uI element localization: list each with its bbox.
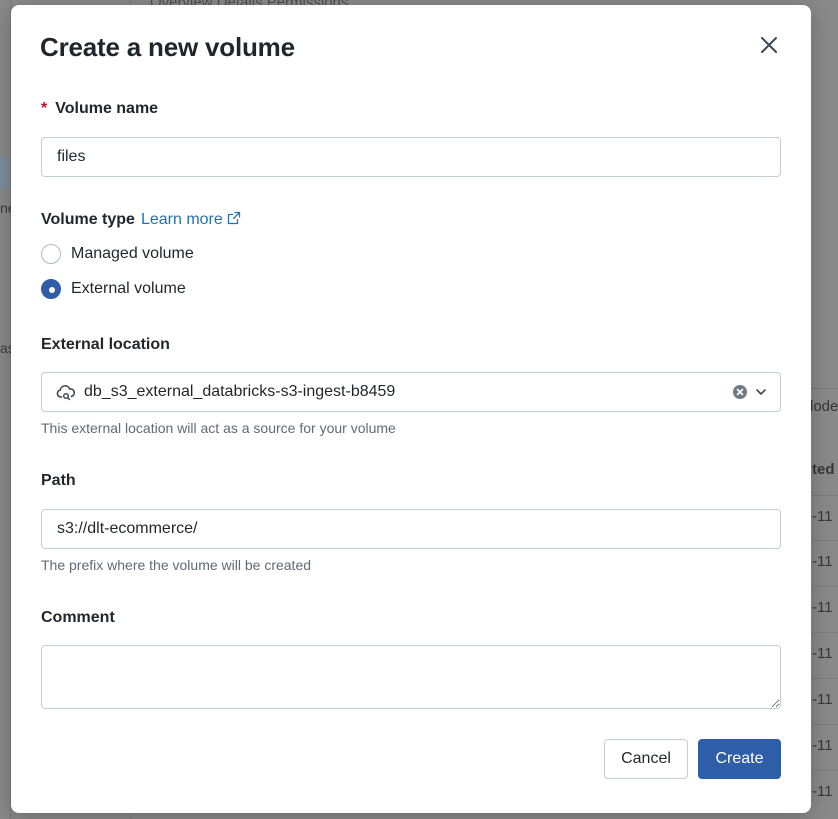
- volume-name-label-text: Volume name: [55, 100, 159, 117]
- background-table-row: -11: [812, 632, 838, 662]
- managed-volume-label: Managed volume: [71, 245, 194, 262]
- comment-textarea[interactable]: [41, 645, 781, 709]
- path-input[interactable]: [41, 509, 781, 549]
- radio-external-volume[interactable]: External volume: [41, 279, 186, 299]
- clear-icon[interactable]: [732, 384, 748, 400]
- chevron-down-icon[interactable]: [754, 385, 768, 399]
- radio-button-external[interactable]: [41, 279, 61, 299]
- cancel-button[interactable]: Cancel: [604, 739, 688, 779]
- background-table-row: -11: [812, 770, 838, 800]
- close-icon: [761, 37, 777, 53]
- volume-name-input[interactable]: [41, 137, 781, 177]
- volume-type-label-text: Volume type: [41, 211, 135, 228]
- background-table-header: ted: [812, 461, 835, 478]
- create-volume-dialog: Create a new volume * Volume name Volume …: [11, 5, 811, 813]
- close-button[interactable]: [757, 33, 781, 57]
- external-location-select[interactable]: db_s3_external_databricks-s3-ingest-b845…: [41, 372, 781, 412]
- external-link-icon: [227, 211, 240, 225]
- radio-managed-volume[interactable]: Managed volume: [41, 244, 194, 264]
- radio-button-managed[interactable]: [41, 244, 61, 264]
- background-table-row: -11: [812, 586, 838, 616]
- external-location-help: This external location will act as a sou…: [41, 420, 396, 436]
- external-location-value: db_s3_external_databricks-s3-ingest-b845…: [84, 383, 396, 400]
- learn-more-text: Learn more: [140, 211, 223, 228]
- learn-more-link[interactable]: Learn more: [141, 211, 241, 228]
- create-button[interactable]: Create: [698, 739, 781, 779]
- background-table-row: -11: [812, 678, 838, 708]
- background-table-row: -11: [812, 495, 838, 525]
- background-table-row: -11: [812, 540, 838, 570]
- background-table-line: [808, 388, 838, 389]
- external-volume-label: External volume: [71, 280, 186, 297]
- cloud-icon: [56, 385, 76, 401]
- background-table-row: -11: [812, 724, 838, 754]
- comment-label: Comment: [41, 609, 115, 626]
- volume-name-label: * Volume name: [41, 100, 158, 118]
- background-table-header: lode: [810, 398, 838, 415]
- background-selected-item: [0, 157, 10, 189]
- required-marker: *: [41, 100, 48, 117]
- external-location-label: External location: [41, 336, 170, 353]
- path-help: The prefix where the volume will be crea…: [41, 557, 312, 573]
- volume-type-label: Volume type Learn more: [41, 211, 241, 229]
- path-label: Path: [41, 472, 76, 489]
- dialog-title: Create a new volume: [40, 32, 295, 62]
